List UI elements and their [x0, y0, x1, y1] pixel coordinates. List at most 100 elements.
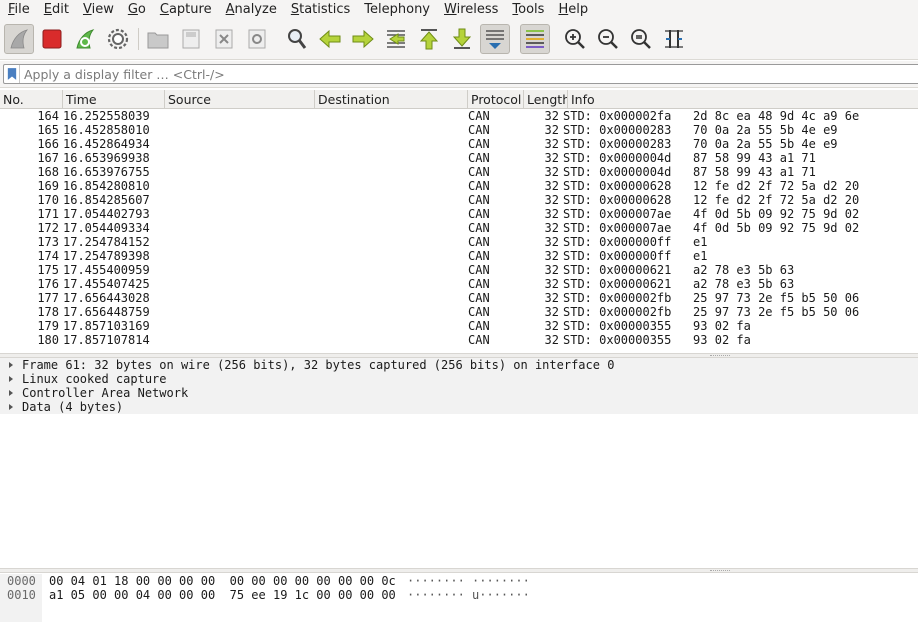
packet-row[interactable]: 173 17.254784152 CAN 32 STD: 0x000000ff e1	[0, 235, 918, 249]
menu-wireless[interactable]: Wireless	[436, 0, 504, 20]
menu-edit[interactable]: Edit	[36, 0, 75, 20]
menu-telephony[interactable]: Telephony	[356, 0, 436, 20]
packet-cell-proto: CAN	[468, 179, 490, 193]
save-file-button[interactable]	[176, 24, 206, 54]
packet-cell-src	[165, 193, 315, 207]
bytes-hex[interactable]: 00 04 01 18 00 00 00 00 00 00 00 00 00 0…	[49, 574, 396, 588]
column-header-protocol[interactable]: Protocol	[468, 90, 524, 109]
packet-row[interactable]: 164 16.252558039 CAN 32 STD: 0x000002fa 2d 8…	[0, 109, 918, 123]
packet-cell-proto: CAN	[468, 221, 490, 235]
close-file-button[interactable]	[209, 24, 239, 54]
normal-size-button[interactable]	[626, 24, 656, 54]
packet-cell-src	[165, 179, 315, 193]
go-back-button[interactable]	[315, 24, 345, 54]
last-packet-button[interactable]	[447, 24, 477, 54]
packet-details-pane[interactable]: Frame 61: 32 bytes on wire (256 bits), 3…	[0, 358, 918, 568]
packet-cell-time: 16.653969938	[63, 151, 150, 165]
column-header-length[interactable]: Length	[524, 90, 568, 109]
packet-row[interactable]: 165 16.452858010 CAN 32 STD: 0x00000283 70 0…	[0, 123, 918, 137]
save-file-icon	[182, 29, 200, 49]
column-header-info[interactable]: Info	[568, 90, 918, 109]
packet-row[interactable]: 177 17.656443028 CAN 32 STD: 0x000002fb 25 9…	[0, 291, 918, 305]
column-header-destination[interactable]: Destination	[315, 90, 468, 109]
packet-row[interactable]: 169 16.854280810 CAN 32 STD: 0x00000628 12 f…	[0, 179, 918, 193]
detail-tree-item[interactable]: Controller Area Network	[0, 386, 918, 400]
expand-arrow-icon[interactable]	[0, 389, 22, 397]
resize-columns-button[interactable]	[659, 24, 689, 54]
packet-bytes-pane[interactable]: 0000 00 04 01 18 00 00 00 00 00 00 00 00 …	[0, 574, 918, 622]
packet-cell-proto: CAN	[468, 109, 490, 123]
expand-arrow-icon[interactable]	[0, 361, 22, 369]
bytes-ascii[interactable]: ········ u·······	[407, 588, 530, 602]
packet-cell-len: 32	[544, 193, 559, 207]
menu-statistics[interactable]: Statistics	[283, 0, 356, 20]
packet-row[interactable]: 178 17.656448759 CAN 32 STD: 0x000002fb 25 9…	[0, 305, 918, 319]
menu-accelerator: V	[82, 2, 92, 17]
packet-row[interactable]: 174 17.254789398 CAN 32 STD: 0x000000ff e1	[0, 249, 918, 263]
display-filter-placeholder: Apply a display filter … <Ctrl-/>	[24, 66, 225, 82]
packet-cell-src	[165, 319, 315, 333]
find-packet-button[interactable]	[282, 24, 312, 54]
detail-tree-item[interactable]: Frame 61: 32 bytes on wire (256 bits), 3…	[0, 358, 918, 372]
packet-list[interactable]: 164 16.252558039 CAN 32 STD: 0x000002fa 2d 8…	[0, 109, 918, 353]
reload-file-button[interactable]	[242, 24, 272, 54]
packet-cell-info: STD: 0x00000628 12 fe d2 2f 72 5a d2 20	[563, 179, 860, 193]
packet-cell-proto: CAN	[468, 291, 490, 305]
column-header-no[interactable]: No.	[0, 90, 63, 109]
bytes-ascii[interactable]: ········ ········	[407, 574, 530, 588]
colorize-button[interactable]	[520, 24, 550, 54]
menu-accelerator: H	[558, 2, 569, 17]
display-filter-input[interactable]: Apply a display filter … <Ctrl-/>	[3, 64, 918, 84]
capture-options-button[interactable]	[103, 24, 133, 54]
packet-cell-info: STD: 0x00000355 93 02 fa	[563, 319, 751, 333]
zoom-out-button[interactable]	[593, 24, 623, 54]
packet-row[interactable]: 172 17.054409334 CAN 32 STD: 0x000007ae 4f 0…	[0, 221, 918, 235]
zoom-in-icon	[565, 29, 585, 49]
packet-row[interactable]: 175 17.455400959 CAN 32 STD: 0x00000621 a2 7…	[0, 263, 918, 277]
autoscroll-button[interactable]	[480, 24, 510, 54]
packet-row[interactable]: 179 17.857103169 CAN 32 STD: 0x00000355 93 0…	[0, 319, 918, 333]
menu-analyze[interactable]: Analyze	[218, 0, 283, 20]
detail-tree-item[interactable]: Data (4 bytes)	[0, 400, 918, 414]
bookmark-icon	[7, 68, 16, 80]
go-to-packet-button[interactable]	[381, 24, 411, 54]
bytes-hex[interactable]: a1 05 00 00 04 00 00 00 75 ee 19 1c 00 0…	[49, 588, 396, 602]
packet-cell-no: 169	[37, 179, 59, 193]
packet-row[interactable]: 176 17.455407425 CAN 32 STD: 0x00000621 a2 7…	[0, 277, 918, 291]
column-header-time[interactable]: Time	[63, 90, 165, 109]
menu-help[interactable]: Help	[550, 0, 594, 20]
packet-row[interactable]: 180 17.857107814 CAN 32 STD: 0x00000355 93 0…	[0, 333, 918, 347]
find-packet-icon	[288, 29, 307, 49]
filter-bookmark-button[interactable]	[4, 65, 20, 83]
menu-file[interactable]: File	[0, 0, 36, 20]
packet-row[interactable]: 167 16.653969938 CAN 32 STD: 0x0000004d 87 5…	[0, 151, 918, 165]
menu-tools[interactable]: Tools	[504, 0, 550, 20]
splitter-grip	[710, 570, 730, 572]
packet-cell-time: 17.455400959	[63, 263, 150, 277]
expand-arrow-icon[interactable]	[0, 375, 22, 383]
packet-cell-proto: CAN	[468, 263, 490, 277]
expand-arrow-icon[interactable]	[0, 403, 22, 411]
menu-accelerator: G	[127, 2, 138, 17]
first-packet-icon	[419, 29, 439, 50]
zoom-in-button[interactable]	[560, 24, 590, 54]
packet-row[interactable]: 168 16.653976755 CAN 32 STD: 0x0000004d 87 5…	[0, 165, 918, 179]
packet-cell-len: 32	[544, 179, 559, 193]
menu-go[interactable]: Go	[120, 0, 152, 20]
packet-details-splitter[interactable]	[0, 568, 918, 573]
first-packet-button[interactable]	[414, 24, 444, 54]
packet-row[interactable]: 171 17.054402793 CAN 32 STD: 0x000007ae 4f 0…	[0, 207, 918, 221]
go-forward-button[interactable]	[348, 24, 378, 54]
detail-tree-item[interactable]: Linux cooked capture	[0, 372, 918, 386]
start-capture-button[interactable]	[4, 24, 34, 54]
column-header-source[interactable]: Source	[165, 90, 315, 109]
packet-cell-len: 32	[544, 123, 559, 137]
restart-capture-button[interactable]	[70, 24, 100, 54]
stop-capture-icon	[42, 29, 62, 49]
packet-row[interactable]: 166 16.452864934 CAN 32 STD: 0x00000283 70 0…	[0, 137, 918, 151]
stop-capture-button[interactable]	[37, 24, 67, 54]
open-file-button[interactable]	[143, 24, 173, 54]
menu-view[interactable]: View	[75, 0, 120, 20]
packet-row[interactable]: 170 16.854285607 CAN 32 STD: 0x00000628 12 f…	[0, 193, 918, 207]
menu-capture[interactable]: Capture	[152, 0, 218, 20]
